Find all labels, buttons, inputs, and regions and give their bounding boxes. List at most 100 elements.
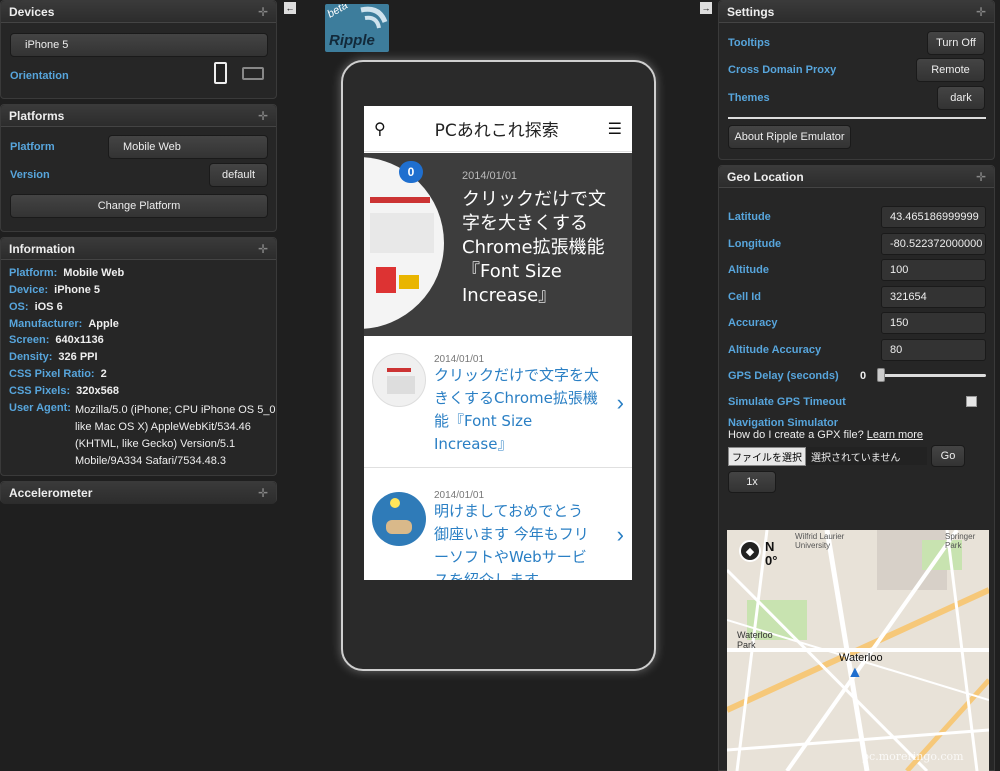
- landscape-orientation-icon[interactable]: [242, 67, 264, 80]
- expand-icon[interactable]: ✛: [258, 109, 268, 123]
- article-line: 御座います 今年もフリ: [434, 525, 589, 543]
- info-key: Manufacturer:: [9, 318, 83, 330]
- menu-icon[interactable]: ☰: [608, 119, 622, 139]
- altitude-accuracy-input[interactable]: 80: [881, 339, 986, 361]
- accuracy-label: Accuracy: [728, 317, 778, 329]
- expand-icon[interactable]: ✛: [258, 486, 268, 500]
- info-value: iOS 6: [34, 301, 63, 313]
- info-row: Device: iPhone 5: [9, 284, 100, 296]
- info-key: Density:: [9, 351, 53, 363]
- portrait-orientation-icon[interactable]: [214, 62, 227, 84]
- altitude-input[interactable]: 100: [881, 259, 986, 281]
- map-label-waterloo-park: Waterloo Park: [737, 630, 773, 650]
- collapse-left-arrow-icon[interactable]: ←: [284, 2, 296, 14]
- tooltips-button[interactable]: Turn Off: [927, 31, 985, 55]
- info-row: CSS Pixels: 320x568: [9, 385, 119, 397]
- gps-delay-slider-handle[interactable]: [877, 368, 885, 382]
- logo-name: Ripple: [329, 32, 375, 49]
- article-line: Increase』: [434, 435, 513, 453]
- platform-label: Platform: [10, 141, 55, 153]
- accuracy-input[interactable]: 150: [881, 312, 986, 334]
- compass: ◆ N 0°: [739, 540, 777, 568]
- collapse-right-arrow-icon[interactable]: →: [700, 2, 712, 14]
- speed-button[interactable]: 1x: [728, 471, 776, 493]
- change-platform-button[interactable]: Change Platform: [10, 194, 268, 218]
- info-value: 326 PPI: [58, 351, 98, 363]
- timeout-checkbox[interactable]: [966, 396, 977, 407]
- about-button[interactable]: About Ripple Emulator: [728, 125, 851, 149]
- device-screen[interactable]: ⚲ PCあれこれ探索 ☰ 0 2014/01/01 クリックだけで文 字を大きく…: [364, 106, 632, 580]
- geo-map[interactable]: ◆ N 0° Waterloo Park Wilfrid Laurier Uni…: [727, 530, 989, 771]
- gps-delay-value: 0: [860, 370, 867, 382]
- cell-id-input[interactable]: 321654: [881, 286, 986, 308]
- expand-icon[interactable]: ✛: [976, 170, 986, 184]
- learn-more-link[interactable]: Learn more: [867, 429, 923, 441]
- file-input[interactable]: ファイルを選択 選択されていません: [728, 446, 927, 466]
- user-agent-label: User Agent:: [9, 402, 71, 414]
- accelerometer-title: Accelerometer: [9, 486, 93, 500]
- info-key: Device:: [9, 284, 49, 296]
- gps-delay-track: [877, 374, 986, 377]
- chevron-right-icon: ›: [616, 522, 624, 547]
- user-agent-line: (KHTML, like Gecko) Version/5.1: [75, 438, 236, 450]
- user-agent-value: Mozilla/5.0 (iPhone; CPU iPhone OS 5_0 l…: [75, 402, 276, 470]
- hero-thumbnail: [364, 157, 444, 329]
- information-title: Information: [9, 241, 75, 256]
- map-label-springer-park: Springer Park: [945, 532, 976, 550]
- user-agent-line: Mozilla/5.0 (iPhone; CPU iPhone OS 5_0: [75, 404, 276, 416]
- user-agent-line: Mobile/9A334 Safari/7534.48.3: [75, 455, 227, 467]
- version-select[interactable]: default: [209, 163, 268, 187]
- expand-icon[interactable]: ✛: [258, 5, 268, 19]
- gpx-question: How do I create a GPX file?: [728, 429, 864, 441]
- proxy-select[interactable]: Remote: [916, 58, 985, 82]
- hero-headline[interactable]: クリックだけで文 字を大きくする Chrome拡張機能 『Font Size I…: [462, 188, 627, 308]
- accelerometer-panel: Accelerometer ✛: [0, 481, 277, 504]
- article-title: クリックだけで文字を大 きくするChrome拡張機 能『Font Size In…: [434, 364, 599, 456]
- map-label-university: Wilfrid Laurier University: [795, 532, 845, 550]
- info-row: OS: iOS 6: [9, 301, 63, 313]
- info-value: 2: [100, 368, 107, 380]
- info-value: 320x568: [76, 385, 119, 397]
- longitude-input[interactable]: -80.522372000000: [881, 233, 986, 255]
- article-line: クリックだけで文字を大: [434, 366, 600, 384]
- go-button[interactable]: Go: [931, 445, 965, 467]
- location-marker-icon: ▲: [847, 664, 863, 681]
- expand-icon[interactable]: ✛: [258, 242, 268, 256]
- themes-select[interactable]: dark: [937, 86, 985, 110]
- user-agent-line: like Mac OS X) AppleWebKit/534.46: [75, 421, 251, 433]
- latitude-input[interactable]: 43.465186999999: [881, 206, 986, 228]
- platform-select[interactable]: Mobile Web: [108, 135, 268, 159]
- version-label: Version: [10, 169, 50, 181]
- article-item[interactable]: 2014/01/01 クリックだけで文字を大 きくするChrome拡張機 能『F…: [364, 338, 632, 468]
- platforms-title: Platforms: [9, 108, 65, 123]
- info-row: Platform: Mobile Web: [9, 267, 124, 279]
- info-key: Screen:: [9, 334, 50, 346]
- divider: [728, 117, 986, 119]
- device-select[interactable]: iPhone 5: [10, 33, 268, 57]
- settings-title: Settings: [727, 4, 775, 19]
- info-key: CSS Pixel Ratio:: [9, 368, 95, 380]
- hero-slide[interactable]: 0 2014/01/01 クリックだけで文 字を大きくする Chrome拡張機能…: [364, 153, 632, 336]
- article-thumbnail: [372, 353, 426, 407]
- latitude-label: Latitude: [728, 211, 771, 223]
- themes-label: Themes: [728, 92, 770, 104]
- search-icon[interactable]: ⚲: [374, 119, 386, 139]
- map-label-waterloo: Waterloo: [839, 652, 883, 664]
- info-row: Manufacturer: Apple: [9, 318, 119, 330]
- orientation-label: Orientation: [10, 70, 69, 82]
- user-agent-row: User Agent: Mozilla/5.0 (iPhone; CPU iPh…: [9, 402, 276, 470]
- tooltips-label: Tooltips: [728, 37, 770, 49]
- devices-title: Devices: [9, 4, 55, 19]
- settings-panel: Settings ✛ Tooltips Turn Off Cross Domain…: [718, 0, 995, 160]
- article-item[interactable]: 2014/01/01 明けましておめでとう 御座います 今年もフリ ーソフトやW…: [364, 478, 632, 580]
- file-choose-button[interactable]: ファイルを選択: [728, 446, 806, 466]
- hero-date: 2014/01/01: [462, 170, 518, 182]
- hero-line: 字を大きくする: [462, 213, 588, 234]
- info-value: Apple: [88, 318, 119, 330]
- timeout-label: Simulate GPS Timeout: [728, 396, 846, 408]
- info-row: Screen: 640x1136: [9, 334, 104, 346]
- expand-icon[interactable]: ✛: [976, 5, 986, 19]
- compass-direction: N: [765, 539, 775, 554]
- altitude-label: Altitude: [728, 264, 769, 276]
- article-thumbnail: [372, 492, 426, 546]
